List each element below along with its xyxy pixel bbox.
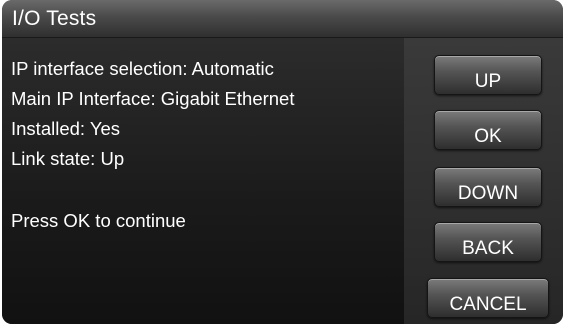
ip-interface-selection-text: IP interface selection: Automatic: [11, 58, 274, 79]
back-button[interactable]: BACK: [434, 222, 542, 262]
main-ip-interface-text: Main IP Interface: Gigabit Ethernet: [11, 88, 295, 109]
continue-prompt-text: Press OK to continue: [11, 210, 186, 231]
info-panel: IP interface selection: Automatic Main I…: [2, 38, 404, 324]
link-state-text: Link state: Up: [11, 148, 125, 169]
page-title: I/O Tests: [12, 7, 97, 30]
installed-status-text: Installed: Yes: [11, 118, 121, 139]
down-button[interactable]: DOWN: [434, 167, 542, 207]
ok-button[interactable]: OK: [434, 110, 542, 150]
title-bar: I/O Tests: [2, 0, 563, 38]
up-button[interactable]: UP: [434, 55, 542, 95]
io-tests-screen: I/O Tests IP interface selection: Automa…: [2, 0, 563, 324]
cancel-button[interactable]: CANCEL: [427, 278, 549, 318]
